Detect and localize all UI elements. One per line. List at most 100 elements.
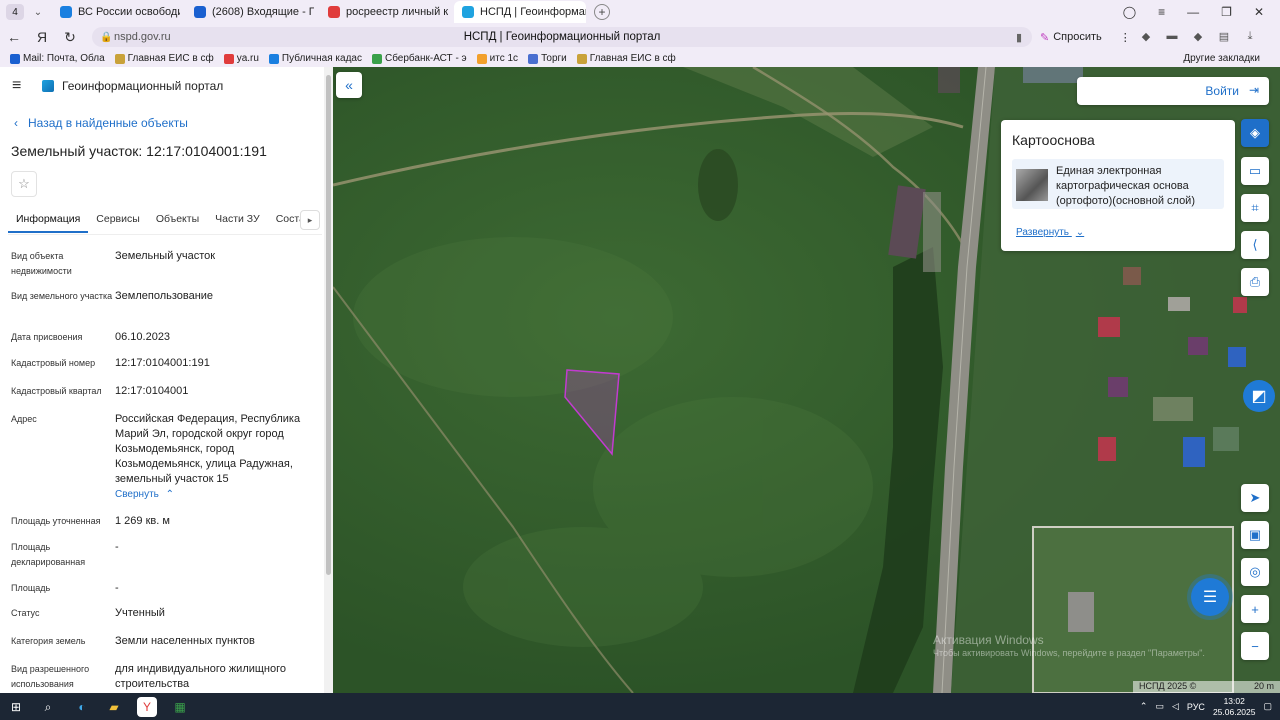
attribute-value: 06.10.2023 — [115, 331, 171, 343]
tabs-dropdown-icon[interactable]: ⌄ — [30, 4, 46, 20]
bookmark-label: Mail: Почта, Обла — [23, 53, 105, 64]
login-button[interactable]: Войти ⇥ — [1077, 77, 1269, 105]
favorite-star-icon[interactable]: ☆ — [11, 171, 37, 197]
back-icon[interactable]: ← — [0, 29, 28, 45]
map-attribution: НСПД 2025 © 20 m — [1133, 681, 1280, 693]
window-controls: ◯ ≡ — ❐ ✕ — [1123, 0, 1280, 24]
bookmark-favicon-icon — [268, 53, 279, 64]
clock[interactable]: 13:02 25.06.2025 — [1213, 696, 1256, 718]
attribute-row: Площадь декларированная - — [11, 540, 323, 581]
back-to-results-link[interactable]: ‹ Назад в найденные объекты — [14, 116, 188, 130]
tab-favicon-icon — [328, 6, 340, 18]
new-tab-button[interactable]: + — [594, 4, 610, 20]
tab-count-badge[interactable]: 4 — [6, 4, 24, 20]
attribute-value: 12:17:0104001:191 — [115, 357, 210, 369]
bookmark-item[interactable]: Mail: Почта, Обла — [10, 53, 105, 64]
assistant-icon[interactable]: ◩ — [1243, 380, 1275, 412]
navigate-icon[interactable]: ➤ — [1241, 484, 1269, 512]
download-icon[interactable]: ⤓ — [1242, 28, 1258, 44]
hamburger-menu-icon[interactable]: ≡ — [12, 77, 28, 95]
basemap-layer-label: Единая электронная картографическая осно… — [1056, 165, 1195, 207]
bookmark-icon[interactable]: ▮ — [1016, 31, 1022, 44]
extension-icon[interactable]: ◆ — [1138, 28, 1154, 44]
yandex-icon[interactable]: Я — [28, 29, 56, 45]
tab-title: ВС России освободили Я — [78, 6, 180, 18]
attribute-row: Площадь уточненная 1 269 кв. м — [11, 514, 323, 540]
volume-icon[interactable]: ◁ — [1172, 701, 1179, 712]
ruler-icon[interactable]: ▭ — [1241, 157, 1269, 185]
search-icon[interactable]: ⌕ — [38, 697, 58, 717]
windows-taskbar: ⊞ ⌕ ◐ ▰ Y ▦ ⌃ ▭ ◁ РУС 13:02 25.06.2025 ▢ — [0, 693, 1280, 720]
windows-start-icon[interactable]: ⊞ — [6, 697, 26, 717]
geolocation-icon[interactable]: ◎ — [1241, 558, 1269, 586]
login-icon: ⇥ — [1248, 83, 1259, 97]
attribute-row: Адрес Российская Федерация, Республика М… — [11, 412, 323, 514]
extension-icon[interactable]: ◆ — [1190, 28, 1206, 44]
scrollbar-thumb[interactable] — [326, 75, 331, 575]
ask-button[interactable]: ✎ Спросить ⋮ — [1040, 28, 1131, 46]
bookmark-item[interactable]: Публичная кадас — [268, 53, 362, 64]
chat-icon[interactable]: ☰ — [1191, 578, 1229, 616]
address-bar[interactable]: 🔒 nspd.gov.ru НСПД | Геоинформационный п… — [92, 27, 1032, 47]
address-row: ← Я ↻ 🔒 nspd.gov.ru НСПД | Геоинформацио… — [0, 24, 1280, 50]
print-icon[interactable]: ⎙ — [1241, 268, 1269, 296]
attribute-key: Адрес — [11, 414, 37, 424]
tab-objects[interactable]: Объекты — [148, 209, 207, 233]
portal-name: Геоинформационный портал — [62, 79, 224, 93]
attribute-value: - — [115, 582, 119, 594]
tab-favicon-icon — [194, 6, 206, 18]
menu-icon[interactable]: ≡ — [1158, 5, 1165, 19]
extension-icon[interactable]: ▬ — [1164, 28, 1180, 44]
attribute-key: Площадь — [11, 583, 51, 593]
expand-link[interactable]: Развернуть ⌄ — [1016, 227, 1084, 238]
bookmark-item[interactable]: итс 1с — [476, 53, 518, 64]
layers-icon[interactable]: ◈ — [1241, 119, 1269, 147]
other-bookmarks[interactable]: Другие закладки — [1183, 53, 1260, 64]
close-window-icon[interactable]: ✕ — [1254, 5, 1264, 19]
yandex-browser-icon[interactable]: Y — [137, 697, 157, 717]
select-area-icon[interactable]: ⌗ — [1241, 194, 1269, 222]
tabs-next-icon[interactable]: ▸ — [300, 210, 320, 230]
restore-icon[interactable]: ❐ — [1221, 5, 1232, 19]
browser-tab[interactable]: (2608) Входящие - Почта — [186, 1, 314, 23]
orthophoto-thumbnail-icon — [1016, 169, 1048, 201]
panel-scrollbar[interactable] — [324, 67, 333, 693]
tab-info[interactable]: Информация — [8, 209, 89, 233]
more-icon[interactable]: ⋮ — [1120, 31, 1131, 44]
language-indicator[interactable]: РУС — [1187, 702, 1205, 712]
browser-tab[interactable]: ВС России освободили Я — [52, 1, 180, 23]
excel-icon[interactable]: ▦ — [170, 697, 190, 717]
notifications-icon[interactable]: ▢ — [1263, 701, 1272, 712]
tab-services[interactable]: Сервисы — [88, 209, 148, 233]
edge-icon[interactable]: ◐ — [72, 697, 92, 717]
bookmark-item[interactable]: Главная ЕИС в сф — [114, 53, 214, 64]
basemap-layer-item[interactable]: Единая электронная картографическая осно… — [1012, 159, 1224, 209]
share-icon[interactable]: ⟨ — [1241, 231, 1269, 259]
collapse-panel-icon[interactable]: « — [336, 72, 362, 98]
browser-tab[interactable]: росреестр личный кабин — [320, 1, 448, 23]
bookmark-item[interactable]: Главная ЕИС в сф — [576, 53, 676, 64]
profile-icon[interactable]: ◯ — [1123, 5, 1136, 19]
bookmark-item[interactable]: Торги — [528, 53, 567, 64]
collapse-address-link[interactable]: Свернуть ⌃ — [115, 489, 323, 500]
tray-chevron-icon[interactable]: ⌃ — [1140, 701, 1148, 712]
zoom-in-icon[interactable]: + — [1241, 595, 1269, 623]
reload-icon[interactable]: ↻ — [56, 29, 84, 46]
browser-tab-active[interactable]: НСПД | Геоинформацио ✕ — [454, 1, 586, 23]
minimap-icon[interactable]: ▣ — [1241, 521, 1269, 549]
network-icon[interactable]: ▭ — [1155, 701, 1164, 712]
map-view[interactable]: « Войти ⇥ Картооснова Единая электронная… — [333, 67, 1280, 693]
attribute-row: Кадастровый номер 12:17:0104001:191 — [11, 356, 323, 384]
tab-favicon-icon — [462, 6, 474, 18]
zoom-out-icon[interactable]: − — [1241, 632, 1269, 660]
file-explorer-icon[interactable]: ▰ — [104, 697, 124, 717]
back-link-label: Назад в найденные объекты — [28, 116, 188, 130]
attribute-key: Вид разрешенного использования — [11, 664, 90, 689]
portal-logo-icon — [42, 80, 54, 92]
minimize-icon[interactable]: — — [1187, 5, 1199, 19]
browser-chrome: 4 ⌄ ВС России освободили Я (2608) Входящ… — [0, 0, 1280, 67]
tab-parts[interactable]: Части ЗУ — [207, 209, 268, 233]
bookmark-item[interactable]: Сбербанк-АСТ - э — [371, 53, 467, 64]
bookmark-item[interactable]: ya.ru — [223, 53, 259, 64]
extension-icon[interactable]: ▤ — [1216, 28, 1232, 44]
